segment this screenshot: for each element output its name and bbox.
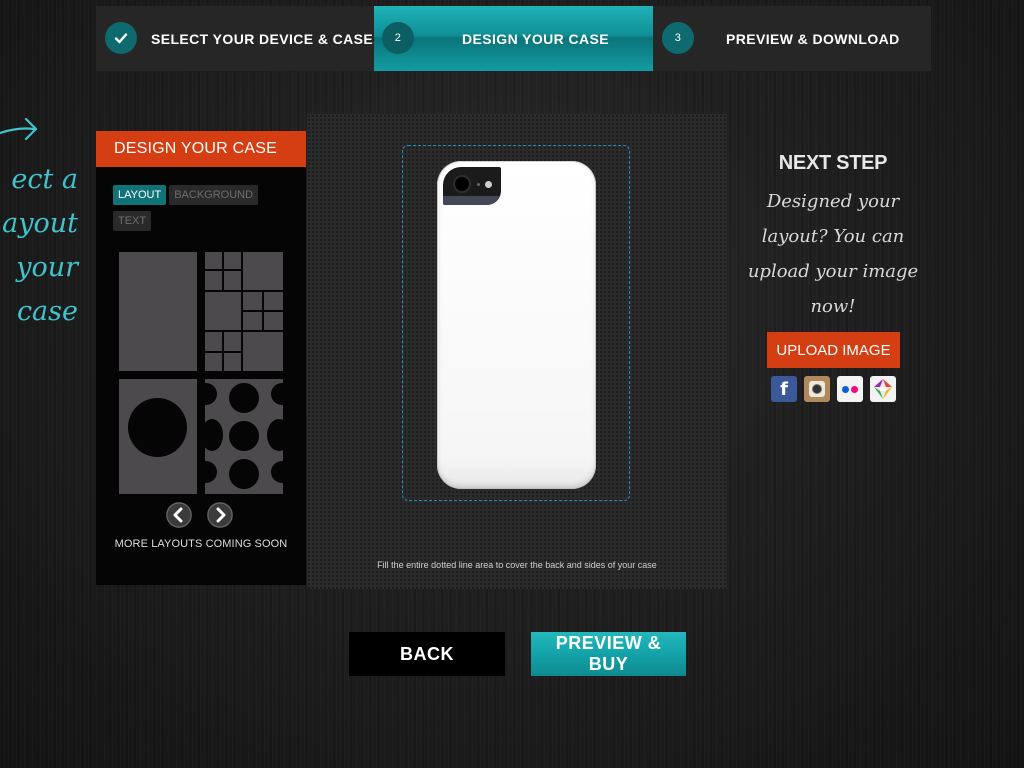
layout-pager: [166, 502, 233, 528]
layout-cell: [205, 292, 241, 330]
instagram-icon[interactable]: [804, 376, 830, 402]
layout-cell: [224, 252, 241, 269]
step-select-device[interactable]: SELECT YOUR DEVICE & CASE: [96, 6, 374, 71]
tab-background[interactable]: BACKGROUND: [169, 185, 259, 205]
flickr-icon[interactable]: [837, 376, 863, 402]
layout-cell: [205, 353, 222, 371]
layout-cell: [243, 332, 283, 371]
mic-hole: [477, 183, 480, 186]
flash-icon: [485, 181, 492, 188]
chalk-line: ect a: [11, 164, 78, 195]
layout-cell: [243, 292, 262, 310]
upload-image-button[interactable]: UPLOAD IMAGE: [767, 332, 900, 368]
next-step-text: Designed your layout? You can upload you…: [747, 191, 919, 317]
chevron-left-icon: [166, 502, 192, 528]
back-button[interactable]: BACK: [349, 632, 505, 676]
preview-buy-button[interactable]: PREVIEW & BUY: [531, 632, 686, 676]
chalk-line: ayout: [2, 208, 78, 239]
layout-cell: [224, 353, 241, 371]
camera-lens-icon: [455, 177, 469, 191]
chevron-right-icon: [207, 502, 233, 528]
steps-bar: SELECT YOUR DEVICE & CASE 2 DESIGN YOUR …: [96, 6, 931, 71]
layout-dot: [229, 383, 259, 413]
layout-dot: [271, 461, 283, 483]
facebook-icon[interactable]: f: [771, 376, 797, 402]
layout-dot: [205, 383, 217, 405]
chalk-line: case: [16, 296, 78, 327]
layout-dot: [271, 383, 283, 405]
layout-dot: [205, 419, 223, 451]
layout-dot: [229, 459, 259, 489]
layout-grid: [119, 252, 283, 494]
layout-option-mosaic[interactable]: [205, 252, 283, 371]
layout-circle: [128, 398, 187, 457]
layout-cell: [224, 271, 241, 290]
step-label: PREVIEW & DOWNLOAD: [726, 31, 900, 47]
chalk-hint: ect a ayout your case: [0, 158, 78, 334]
panel-title: DESIGN YOUR CASE: [96, 131, 306, 167]
canvas-hint: Fill the entire dotted line area to cove…: [377, 560, 657, 570]
layout-cell: [205, 332, 222, 351]
step-design-case[interactable]: 2 DESIGN YOUR CASE: [374, 6, 653, 71]
design-canvas[interactable]: Fill the entire dotted line area to cove…: [307, 114, 727, 589]
layout-cell: [264, 292, 283, 310]
layout-cell: [205, 252, 222, 269]
step-number: 2: [382, 22, 414, 54]
step-preview-download[interactable]: 3 PREVIEW & DOWNLOAD: [653, 6, 931, 71]
checkmark-icon: [105, 22, 137, 54]
picasa-icon[interactable]: [870, 376, 896, 402]
step-label: SELECT YOUR DEVICE & CASE: [151, 31, 374, 47]
chalk-line: your: [16, 252, 78, 283]
layout-option-dots[interactable]: [205, 379, 283, 494]
next-step-title: NEXT STEP: [778, 152, 888, 174]
step-number: 3: [662, 22, 694, 54]
layout-cell: [264, 312, 283, 330]
phone-case-preview[interactable]: [437, 161, 596, 489]
step-label: DESIGN YOUR CASE: [462, 31, 609, 47]
layout-dot: [267, 419, 283, 451]
tab-text[interactable]: TEXT: [113, 211, 152, 231]
more-layouts-note: MORE LAYOUTS COMING SOON: [114, 538, 288, 550]
layout-cell: [243, 252, 283, 290]
panel-tabs: LAYOUT BACKGROUND TEXT: [113, 185, 293, 237]
layout-dot: [205, 461, 217, 483]
layout-option-single[interactable]: [119, 252, 197, 371]
design-panel: DESIGN YOUR CASE LAYOUTBACKGROUND TEXT: [96, 131, 306, 585]
layout-option-circle[interactable]: [119, 379, 197, 494]
next-layouts-button[interactable]: [207, 502, 233, 528]
layout-dot: [229, 421, 259, 451]
camera-cutout: [443, 167, 501, 205]
arrow-right-icon: [0, 117, 38, 141]
tab-layout[interactable]: LAYOUT: [113, 185, 167, 205]
image-sources: f: [771, 376, 896, 402]
prev-layouts-button[interactable]: [166, 502, 192, 528]
layout-cell: [205, 271, 222, 290]
cutout-band: [443, 196, 501, 205]
layout-cell: [243, 312, 262, 330]
layout-cell: [224, 332, 241, 351]
